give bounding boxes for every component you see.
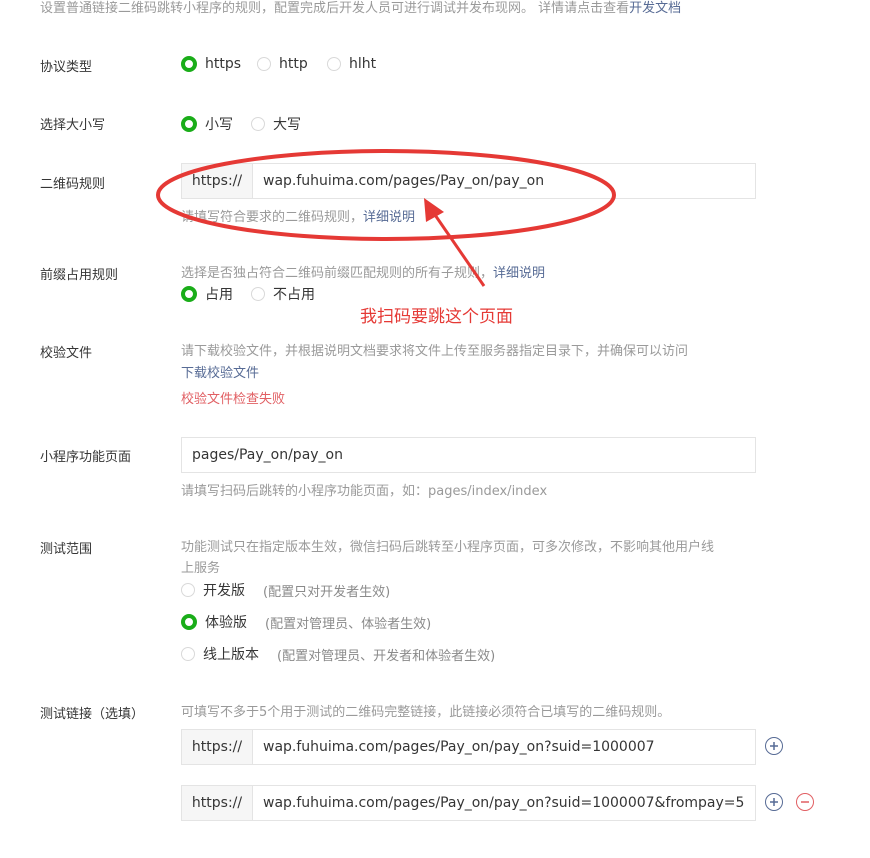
- annotation-arrow-head: [424, 198, 444, 222]
- annotation-overlay: [156, 149, 616, 287]
- annotation-arrow-shaft: [431, 211, 486, 287]
- annotation-ellipse: [156, 149, 616, 241]
- annotation-caption: 我扫码要跳这个页面: [360, 307, 513, 327]
